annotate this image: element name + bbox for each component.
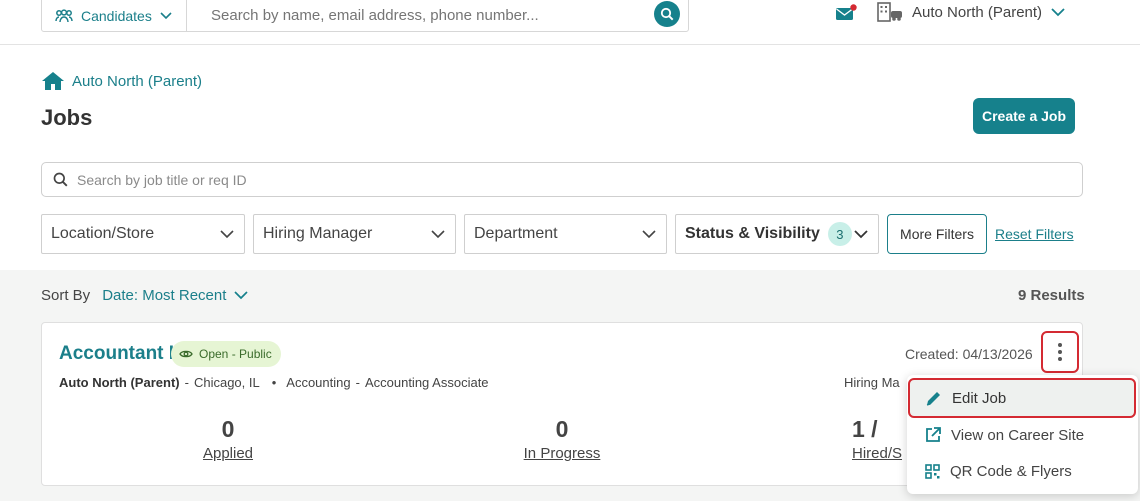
job-location: Chicago, IL <box>193 375 260 390</box>
hiring-manager-filter-label: Hiring Manager <box>263 225 373 242</box>
stat-in-progress[interactable]: 0 In Progress <box>482 416 642 462</box>
bullet-separator: • <box>271 375 277 390</box>
chevron-down-icon <box>431 229 445 238</box>
sort-value: Date: Most Recent <box>102 287 227 304</box>
stat-number: 0 <box>221 416 235 442</box>
create-job-button[interactable]: Create a Job <box>973 98 1075 134</box>
menu-item-qr-code[interactable]: QR Code & Flyers <box>907 453 1138 489</box>
candidate-search-bar: Candidates <box>41 0 689 32</box>
pencil-icon <box>926 391 940 406</box>
search-button[interactable] <box>654 1 680 27</box>
page-title: Jobs <box>41 105 93 130</box>
status-badge: Open - Public <box>171 341 281 367</box>
home-icon <box>42 72 64 90</box>
more-vertical-icon <box>1058 343 1062 361</box>
chevron-down-icon <box>642 229 656 238</box>
separator: - <box>184 375 189 390</box>
reset-filters-link[interactable]: Reset Filters <box>995 226 1074 242</box>
results-count: 9 Results <box>1018 287 1085 304</box>
more-filters-button[interactable]: More Filters <box>887 214 987 254</box>
people-icon <box>55 8 73 22</box>
sort-dropdown[interactable]: Date: Most Recent <box>102 287 249 304</box>
breadcrumb[interactable]: Auto North (Parent) <box>41 71 202 91</box>
search-icon <box>660 7 674 21</box>
chevron-down-icon <box>1051 7 1065 16</box>
stat-label: In Progress <box>523 445 601 462</box>
stat-number: 0 <box>555 416 569 442</box>
status-badge-label: Open - Public <box>199 347 272 361</box>
menu-item-view-career-site[interactable]: View on Career Site <box>907 417 1138 453</box>
chevron-down-icon <box>234 291 249 300</box>
job-role: Accounting Associate <box>364 375 489 390</box>
chevron-down-icon <box>160 11 172 19</box>
department-filter[interactable]: Department <box>464 214 667 254</box>
location-filter-label: Location/Store <box>51 225 155 242</box>
job-meta: Auto North (Parent) - Chicago, IL • Acco… <box>59 375 489 390</box>
sort-label: Sort By <box>41 287 91 304</box>
candidate-search-input[interactable] <box>211 7 641 24</box>
stat-label: Hired/S <box>852 445 903 462</box>
job-search-bar <box>41 162 1083 197</box>
job-search-input[interactable] <box>77 171 977 188</box>
job-title-link[interactable]: Accountant I <box>59 343 174 365</box>
candidates-label: Candidates <box>81 7 152 24</box>
stat-hired[interactable]: 1 / Hired/S <box>852 416 912 462</box>
job-actions-menu-button[interactable] <box>1041 331 1079 373</box>
stat-applied[interactable]: 0 Applied <box>148 416 308 462</box>
external-link-icon <box>926 427 941 442</box>
location-filter[interactable]: Location/Store <box>41 214 245 254</box>
created-date: Created: 04/13/2026 <box>905 346 1033 362</box>
chevron-down-icon <box>854 229 868 238</box>
eye-icon <box>179 350 193 358</box>
hiring-manager-partial: Hiring Ma <box>844 375 900 390</box>
menu-item-label: View on Career Site <box>951 426 1085 444</box>
menu-item-label: QR Code & Flyers <box>950 462 1072 480</box>
stat-number: 1 / <box>852 416 878 442</box>
stat-label: Applied <box>202 445 254 462</box>
hiring-manager-filter[interactable]: Hiring Manager <box>253 214 456 254</box>
menu-item-edit-job[interactable]: Edit Job <box>908 378 1136 418</box>
status-filter-count: 3 <box>827 222 852 246</box>
job-department: Accounting <box>286 375 351 390</box>
job-actions-dropdown: Edit Job View on Career Site QR Code & F… <box>907 375 1138 494</box>
candidate-search-field <box>187 0 688 31</box>
chevron-down-icon <box>220 229 234 238</box>
search-icon <box>53 172 68 187</box>
status-filter-text: Status & Visibility 3 <box>685 222 852 246</box>
org-name: Auto North (Parent) <box>912 3 1043 21</box>
breadcrumb-org: Auto North (Parent) <box>72 72 203 90</box>
messages-button[interactable] <box>835 4 857 27</box>
job-org: Auto North (Parent) <box>59 375 180 390</box>
sort-control: Sort By Date: Most Recent <box>41 287 249 304</box>
department-filter-label: Department <box>474 225 558 242</box>
menu-item-label: Edit Job <box>952 389 1007 407</box>
qr-code-icon <box>925 463 940 479</box>
status-visibility-filter[interactable]: Status & Visibility 3 <box>675 214 879 254</box>
candidates-dropdown[interactable]: Candidates <box>42 0 187 31</box>
mail-icon <box>836 4 857 20</box>
building-icon <box>877 2 902 22</box>
org-switcher[interactable]: Auto North (Parent) <box>877 2 1065 22</box>
separator: - <box>355 375 360 390</box>
status-filter-label: Status & Visibility <box>685 225 820 242</box>
